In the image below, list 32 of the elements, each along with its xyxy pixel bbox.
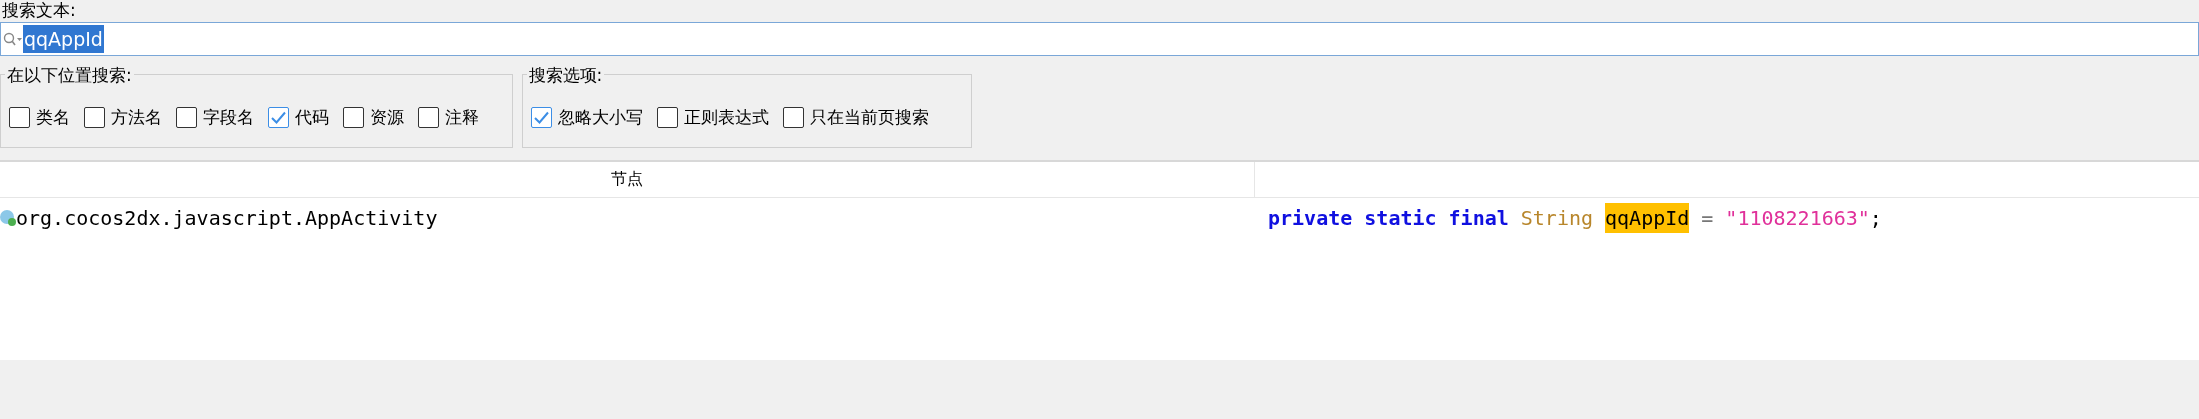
code-token: static	[1364, 204, 1437, 232]
checkbox[interactable]	[343, 107, 364, 129]
search-field[interactable]: qqAppId	[0, 22, 2199, 56]
tree-node[interactable]: org.cocos2dx.javascript.AppActivity	[16, 202, 438, 233]
code-token: "1108221663"	[1725, 204, 1870, 232]
column-header[interactable]: 节点	[0, 161, 1255, 197]
checkbox[interactable]	[9, 107, 30, 129]
search-icon[interactable]	[3, 31, 23, 47]
checkbox[interactable]	[656, 107, 678, 129]
checkbox-label[interactable]: 正则表达式	[683, 105, 769, 131]
code-token: ;	[1869, 204, 1882, 232]
code-token: private	[1268, 204, 1353, 232]
checkbox-label[interactable]: 注释	[445, 105, 479, 131]
checkbox[interactable]	[176, 107, 197, 129]
code-token: qqAppId	[1605, 202, 1690, 233]
checkbox[interactable]	[530, 107, 552, 129]
checkbox[interactable]	[268, 107, 289, 129]
checkbox-label[interactable]: 方法名	[111, 105, 162, 131]
checkbox[interactable]	[84, 107, 105, 129]
class-icon	[0, 208, 16, 227]
checkbox[interactable]	[782, 107, 804, 129]
code-token: final	[1448, 204, 1509, 232]
checkbox-label[interactable]: 类名	[36, 105, 70, 131]
code-token: =	[1701, 204, 1714, 232]
field-label: 搜索文本:	[1, 0, 77, 20]
checkbox-label[interactable]: 字段名	[203, 105, 254, 131]
code-token: String	[1520, 204, 1593, 232]
checkbox-label[interactable]: 资源	[370, 105, 404, 131]
checkbox-label[interactable]: 忽略大小写	[557, 105, 643, 131]
checkbox-label[interactable]: 只在当前页搜索	[809, 105, 929, 131]
checkbox[interactable]	[418, 107, 439, 129]
checkbox-label[interactable]: 代码	[295, 105, 329, 131]
